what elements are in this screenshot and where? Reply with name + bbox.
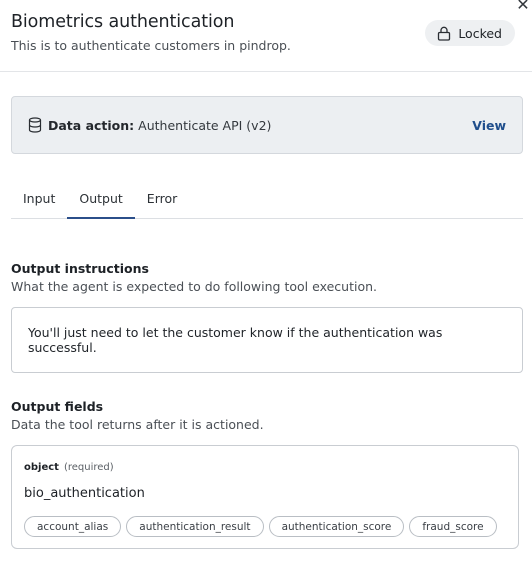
output-field-card: object (required) bio_authentication acc… xyxy=(11,445,519,549)
output-instructions-text: You'll just need to let the customer kno… xyxy=(28,325,443,355)
field-chip-list: account_alias authentication_result auth… xyxy=(24,516,497,537)
field-chip: account_alias xyxy=(24,516,122,537)
object-type-line: object (required) xyxy=(24,462,114,473)
output-fields-subtitle: Data the tool returns after it is action… xyxy=(11,417,264,432)
tool-detail-panel: ✕ Biometrics authentication This is to a… xyxy=(0,0,532,575)
output-instructions-box: You'll just need to let the customer kno… xyxy=(11,307,523,373)
object-name: bio_authentication xyxy=(24,486,145,501)
lock-icon xyxy=(437,26,451,41)
header-divider xyxy=(0,71,532,72)
output-fields-title: Output fields xyxy=(11,399,104,414)
data-action-label: Data action: xyxy=(48,117,135,133)
tab-input[interactable]: Input xyxy=(11,180,67,216)
object-required-label: (required) xyxy=(63,462,114,473)
object-type: object xyxy=(24,462,59,473)
data-action-value: Authenticate API (v2) xyxy=(138,117,272,133)
locked-badge-label: Locked xyxy=(458,25,502,41)
tab-output[interactable]: Output xyxy=(67,180,136,219)
field-chip: fraud_score xyxy=(409,516,497,537)
output-instructions-title: Output instructions xyxy=(11,261,149,276)
locked-badge: Locked xyxy=(425,20,515,46)
output-instructions-subtitle: What the agent is expected to do followi… xyxy=(11,279,377,294)
database-icon xyxy=(28,117,42,133)
field-chip: authentication_score xyxy=(268,516,405,537)
tab-bar: Input Output Error xyxy=(11,182,523,219)
data-action-panel: Data action: Authenticate API (v2) View xyxy=(11,96,523,154)
view-data-action-link[interactable]: View xyxy=(472,118,506,133)
tab-error[interactable]: Error xyxy=(135,180,189,216)
field-chip: authentication_result xyxy=(126,516,264,537)
